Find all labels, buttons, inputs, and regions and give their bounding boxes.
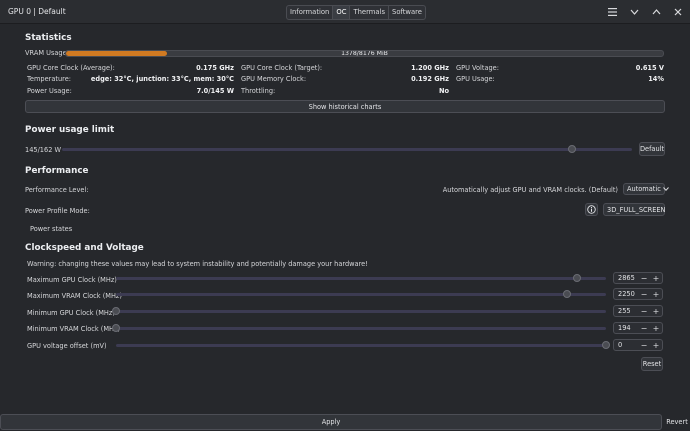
stat-label: Throttling: bbox=[241, 87, 276, 95]
clock-row-label: Minimum VRAM Clock (MHz) bbox=[27, 325, 121, 333]
stat-label: GPU Usage: bbox=[456, 75, 495, 83]
min-gpu-clock-stepper[interactable]: 255 − + bbox=[613, 305, 663, 317]
power-limit-default-button[interactable]: Default bbox=[639, 142, 665, 156]
min-gpu-clock-slider[interactable] bbox=[112, 307, 606, 315]
performance-level-label: Performance Level: bbox=[25, 186, 89, 194]
min-vram-clock-stepper[interactable]: 194 − + bbox=[613, 322, 663, 334]
max-vram-clock-stepper[interactable]: 2250 − + bbox=[613, 288, 663, 300]
stat-label: GPU Core Clock (Target): bbox=[241, 64, 323, 72]
min-vram-clock-slider[interactable] bbox=[112, 324, 606, 332]
power-limit-value: 145/162 W bbox=[25, 146, 62, 154]
plus-icon[interactable]: + bbox=[650, 324, 662, 333]
gpu-voltage-offset-stepper[interactable]: 0 − + bbox=[613, 339, 663, 351]
window-controls bbox=[606, 5, 684, 18]
stepper-value[interactable]: 2865 bbox=[614, 274, 638, 282]
vram-usage-bar: 1378/8176 MiB bbox=[65, 50, 664, 57]
hamburger-menu-icon[interactable] bbox=[606, 5, 618, 18]
power-profile-select[interactable]: 3D_FULL_SCREEN bbox=[603, 203, 665, 216]
power-limit-heading: Power usage limit bbox=[25, 125, 115, 135]
power-states-expander[interactable]: Power states bbox=[30, 225, 72, 233]
slider-handle[interactable] bbox=[568, 145, 577, 153]
tab-thermals[interactable]: Thermals bbox=[350, 6, 390, 19]
performance-heading: Performance bbox=[25, 166, 89, 176]
tab-oc[interactable]: OC bbox=[333, 6, 351, 19]
plus-icon[interactable]: + bbox=[650, 341, 662, 350]
stat-label: Temperature: bbox=[27, 75, 71, 83]
title-bar: GPU 0 | Default Information OC Thermals … bbox=[0, 0, 690, 24]
max-gpu-clock-stepper[interactable]: 2865 − + bbox=[613, 272, 663, 284]
stat-value: 7.0/145 W bbox=[196, 87, 234, 95]
slider-track bbox=[116, 310, 606, 313]
slider-handle[interactable] bbox=[112, 324, 120, 332]
slider-handle[interactable] bbox=[602, 341, 610, 349]
stat-label: GPU Voltage: bbox=[456, 64, 499, 72]
stat-value: edge: 32°C, junction: 33°C, mem: 30°C bbox=[90, 75, 234, 83]
stepper-value[interactable]: 255 bbox=[614, 307, 638, 315]
reset-button[interactable]: Reset bbox=[641, 357, 663, 371]
vram-usage-label: VRAM Usage: bbox=[25, 49, 69, 57]
chevron-down-icon bbox=[662, 185, 669, 193]
slider-track bbox=[116, 344, 606, 347]
clock-row-label: Maximum GPU Clock (MHz) bbox=[27, 276, 117, 284]
revert-button[interactable]: Revert bbox=[664, 414, 690, 430]
tab-bar: Information OC Thermals Software bbox=[286, 5, 426, 20]
clockspeed-heading: Clockspeed and Voltage bbox=[25, 243, 144, 253]
stat-value: 0.192 GHz bbox=[411, 75, 449, 83]
maximize-icon[interactable] bbox=[650, 5, 662, 18]
clock-row-label: Maximum VRAM Clock (MHz) bbox=[27, 292, 122, 300]
stepper-value[interactable]: 0 bbox=[614, 341, 638, 349]
stat-label: GPU Memory Clock: bbox=[241, 75, 307, 83]
max-vram-clock-slider[interactable] bbox=[116, 290, 606, 298]
tab-software[interactable]: Software bbox=[389, 6, 425, 19]
stat-value: 0.615 V bbox=[635, 64, 664, 72]
plus-icon[interactable]: + bbox=[650, 307, 662, 316]
minus-icon[interactable]: − bbox=[638, 324, 650, 333]
stat-label: Power Usage: bbox=[27, 87, 72, 95]
slider-handle[interactable] bbox=[562, 290, 571, 298]
stat-value: 0.175 GHz bbox=[196, 64, 234, 72]
minus-icon[interactable]: − bbox=[638, 290, 650, 299]
stat-value: 14% bbox=[648, 75, 664, 83]
minus-icon[interactable]: − bbox=[638, 307, 650, 316]
slider-track bbox=[116, 277, 606, 280]
clockspeed-warning: Warning: changing these values may lead … bbox=[27, 260, 368, 268]
performance-level-selected: Automatic bbox=[627, 185, 661, 193]
stat-label: GPU Core Clock (Average): bbox=[27, 64, 115, 72]
slider-track bbox=[116, 293, 606, 296]
oc-page: Statistics VRAM Usage: 1378/8176 MiB GPU… bbox=[0, 24, 690, 413]
footer: Apply Revert bbox=[0, 414, 690, 431]
performance-level-select[interactable]: Automatic bbox=[623, 183, 669, 195]
window-title: GPU 0 | Default bbox=[8, 7, 66, 16]
max-gpu-clock-slider[interactable] bbox=[116, 274, 606, 282]
power-profile-label: Power Profile Mode: bbox=[25, 207, 90, 215]
info-icon[interactable] bbox=[585, 203, 598, 216]
stepper-value[interactable]: 194 bbox=[614, 324, 638, 332]
close-icon[interactable] bbox=[672, 5, 684, 18]
minimize-icon[interactable] bbox=[628, 5, 640, 18]
minus-icon[interactable]: − bbox=[638, 274, 650, 283]
slider-track bbox=[62, 148, 632, 151]
vram-usage-text: 1378/8176 MiB bbox=[341, 50, 388, 57]
tab-information[interactable]: Information bbox=[287, 6, 334, 19]
clock-row-label: Minimum GPU Clock (MHz) bbox=[27, 309, 115, 317]
apply-button[interactable]: Apply bbox=[0, 414, 662, 430]
minus-icon[interactable]: − bbox=[638, 341, 650, 350]
performance-level-description: Automatically adjust GPU and VRAM clocks… bbox=[442, 186, 618, 194]
power-profile-selected: 3D_FULL_SCREEN bbox=[607, 205, 666, 214]
stepper-value[interactable]: 2250 bbox=[614, 290, 638, 298]
plus-icon[interactable]: + bbox=[650, 290, 662, 299]
power-limit-slider[interactable] bbox=[62, 145, 632, 153]
gpu-voltage-offset-slider[interactable] bbox=[116, 341, 610, 349]
slider-handle[interactable] bbox=[112, 307, 120, 315]
show-historical-charts-button[interactable]: Show historical charts bbox=[25, 100, 665, 113]
statistics-heading: Statistics bbox=[25, 33, 72, 43]
slider-handle[interactable] bbox=[572, 274, 581, 282]
stat-value: 1.200 GHz bbox=[411, 64, 449, 72]
slider-track bbox=[116, 327, 606, 330]
stat-value: No bbox=[438, 87, 449, 95]
plus-icon[interactable]: + bbox=[650, 274, 662, 283]
clock-row-label: GPU voltage offset (mV) bbox=[27, 342, 107, 350]
